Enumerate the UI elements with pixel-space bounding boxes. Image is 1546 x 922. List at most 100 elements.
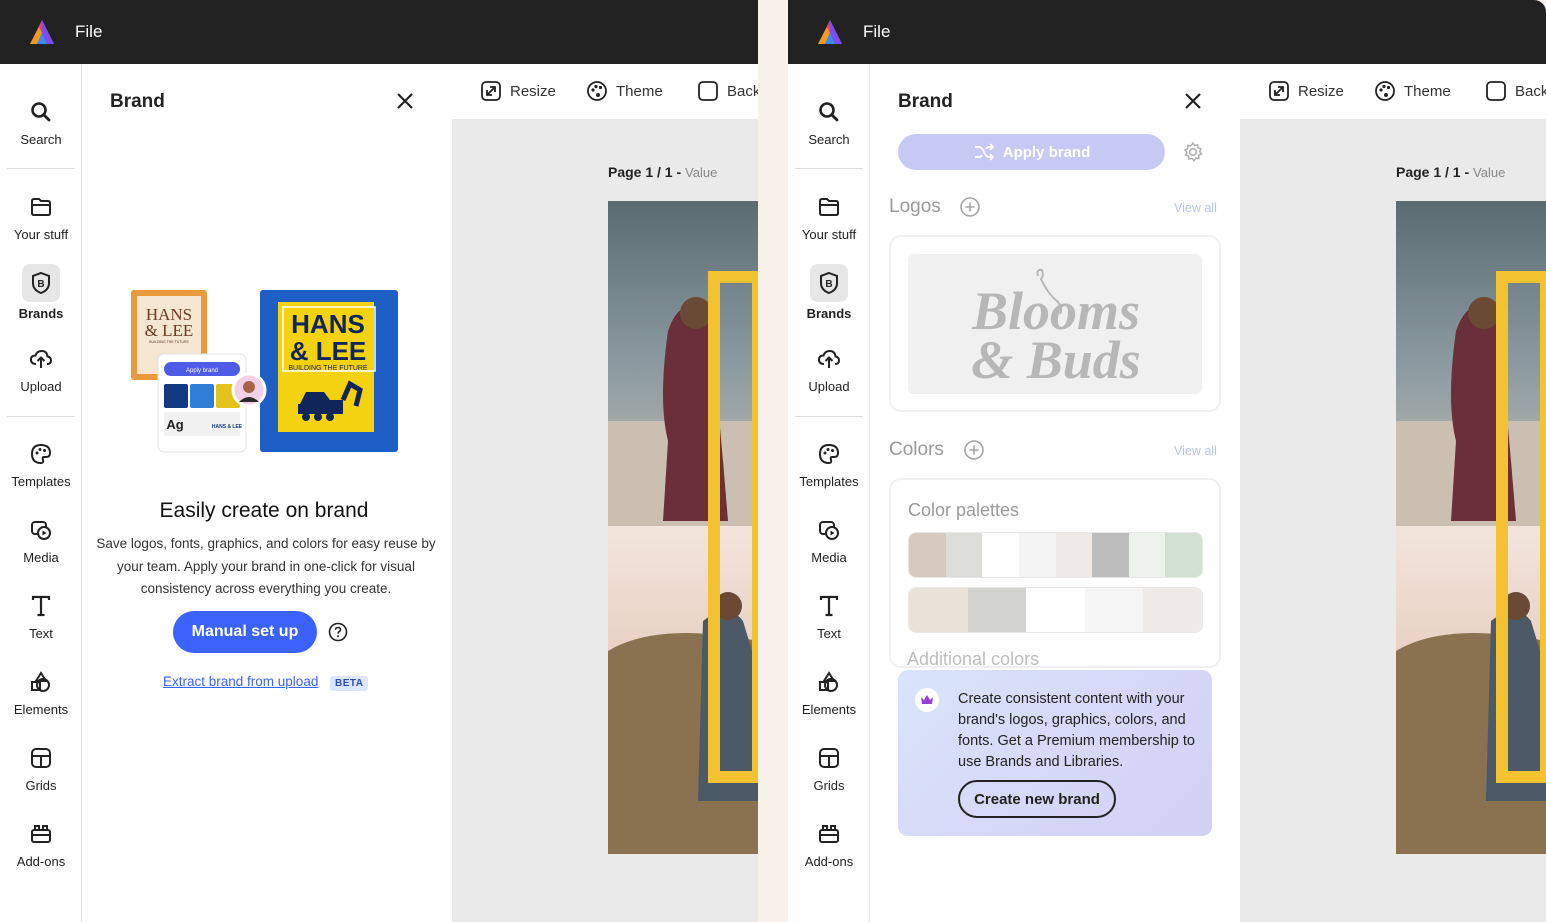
brand-illustration-graphic: HANS & LEE BUILDING THE FUTURE HANS & LE…	[131, 290, 398, 453]
nav-grids[interactable]: Grids	[0, 746, 82, 793]
theme-icon	[1375, 81, 1395, 101]
theme-button[interactable]: Theme	[1374, 80, 1451, 102]
nav-upload[interactable]: Upload	[788, 347, 870, 394]
canvas-photo[interactable]	[1396, 201, 1546, 854]
resize-button[interactable]: Resize	[1268, 80, 1344, 102]
nav-divider	[795, 168, 863, 169]
background-icon	[1486, 81, 1506, 101]
brands-active-bg: B	[22, 264, 60, 302]
theme-button[interactable]: Theme	[586, 80, 663, 102]
page-value: Value	[1473, 165, 1506, 180]
search-icon	[819, 102, 839, 122]
adobe-express-logo-icon[interactable]	[816, 18, 844, 46]
extract-brand-link[interactable]: Extract brand from upload	[163, 674, 318, 689]
apply-brand-button[interactable]: Apply brand	[898, 134, 1165, 170]
close-icon[interactable]	[1183, 91, 1203, 111]
resize-label: Resize	[510, 82, 556, 100]
nav-templates[interactable]: Templates	[788, 442, 870, 489]
nav-text[interactable]: Text	[0, 594, 82, 641]
color-swatch[interactable]	[909, 588, 968, 632]
color-swatch[interactable]	[967, 588, 1027, 632]
logo-card: Blooms & Buds	[889, 235, 1221, 412]
nav-divider	[795, 416, 863, 417]
svg-text:B: B	[825, 279, 832, 290]
top-bar: File	[788, 0, 1546, 64]
grids-icon	[819, 748, 839, 768]
templates-icon	[818, 443, 840, 465]
colors-view-all[interactable]: View all	[1174, 444, 1217, 458]
color-palette-2[interactable]	[908, 587, 1203, 633]
color-swatch[interactable]	[1165, 533, 1202, 577]
elements-icon	[819, 671, 838, 692]
file-menu[interactable]: File	[75, 22, 102, 42]
page-number: Page 1 / 1 -	[608, 164, 682, 180]
color-swatch[interactable]	[1018, 533, 1056, 577]
upload-icon	[817, 349, 841, 368]
manual-setup-button[interactable]: Manual set up	[173, 611, 317, 653]
close-icon[interactable]	[395, 91, 415, 111]
color-swatch[interactable]	[1026, 588, 1085, 632]
nav-media[interactable]: Media	[0, 518, 82, 565]
nav-upload-label: Upload	[20, 379, 62, 394]
resize-button[interactable]: Resize	[480, 80, 556, 102]
canvas-photo[interactable]	[608, 201, 758, 854]
logos-view-all[interactable]: View all	[1174, 201, 1217, 215]
brands-active-bg: B	[810, 264, 848, 302]
photo-collage-image	[1396, 201, 1546, 854]
logo-tile[interactable]: Blooms & Buds	[908, 254, 1202, 394]
color-swatch[interactable]	[982, 533, 1019, 577]
mini-font-sample: Ag	[166, 417, 183, 432]
help-icon[interactable]	[328, 622, 348, 642]
gear-icon[interactable]	[1182, 141, 1204, 163]
color-swatch[interactable]	[1055, 533, 1093, 577]
logos-heading: Logos	[889, 196, 941, 217]
nav-search[interactable]: Search	[788, 100, 870, 147]
nav-media-label: Media	[811, 550, 847, 565]
text-icon	[31, 595, 51, 617]
nav-brands[interactable]: B Brands	[788, 264, 870, 321]
left-nav: Search Your stuff B Brands Upload Templa…	[0, 64, 82, 922]
nav-grids[interactable]: Grids	[788, 746, 870, 793]
folder-icon	[819, 198, 839, 216]
nav-brands-label: Brands	[806, 306, 852, 321]
premium-promo-card: Create consistent content with your bran…	[898, 670, 1212, 836]
nav-brands[interactable]: B Brands	[0, 264, 82, 321]
nav-your-stuff-label: Your stuff	[13, 227, 69, 242]
addons-icon	[31, 825, 51, 843]
background-button[interactable]: Back	[1485, 80, 1546, 102]
adobe-express-logo-icon[interactable]	[28, 18, 56, 46]
color-palette-1[interactable]	[908, 532, 1203, 578]
file-menu[interactable]: File	[863, 22, 890, 42]
color-swatch[interactable]	[945, 533, 983, 577]
color-swatch[interactable]	[1092, 533, 1129, 577]
add-logo-icon[interactable]	[959, 196, 981, 218]
blooms-buds-logo: Blooms & Buds	[971, 268, 1141, 390]
create-new-brand-button[interactable]: Create new brand	[958, 780, 1116, 818]
promo-text: Create consistent content with your bran…	[958, 691, 1195, 770]
nav-search[interactable]: Search	[0, 100, 82, 147]
canvas-toolbar: Resize Theme Back	[452, 64, 758, 119]
upload-icon	[29, 349, 53, 368]
color-swatch[interactable]	[1128, 533, 1166, 577]
nav-addons[interactable]: Add-ons	[0, 822, 82, 869]
background-button[interactable]: Back	[697, 80, 758, 102]
add-color-icon[interactable]	[963, 439, 985, 461]
brand-panel: Brand Apply brand Logos View all Blooms …	[870, 64, 1240, 922]
nav-templates[interactable]: Templates	[0, 442, 82, 489]
nav-divider	[7, 168, 75, 169]
nav-your-stuff[interactable]: Your stuff	[788, 195, 870, 242]
nav-elements[interactable]: Elements	[788, 670, 870, 717]
left-nav: Search Your stuff B Brands Upload Templa…	[788, 64, 870, 922]
nav-media[interactable]: Media	[788, 518, 870, 565]
logo-line2: & Buds	[971, 330, 1141, 390]
color-swatch[interactable]	[909, 533, 946, 577]
nav-elements[interactable]: Elements	[0, 670, 82, 717]
color-swatch[interactable]	[1143, 588, 1202, 632]
nav-upload[interactable]: Upload	[0, 347, 82, 394]
nav-text[interactable]: Text	[788, 594, 870, 641]
mini-apply-brand: Apply brand	[186, 368, 218, 374]
nav-addons[interactable]: Add-ons	[788, 822, 870, 869]
color-swatch[interactable]	[1084, 588, 1144, 632]
media-icon	[819, 521, 839, 540]
nav-your-stuff[interactable]: Your stuff	[0, 195, 82, 242]
